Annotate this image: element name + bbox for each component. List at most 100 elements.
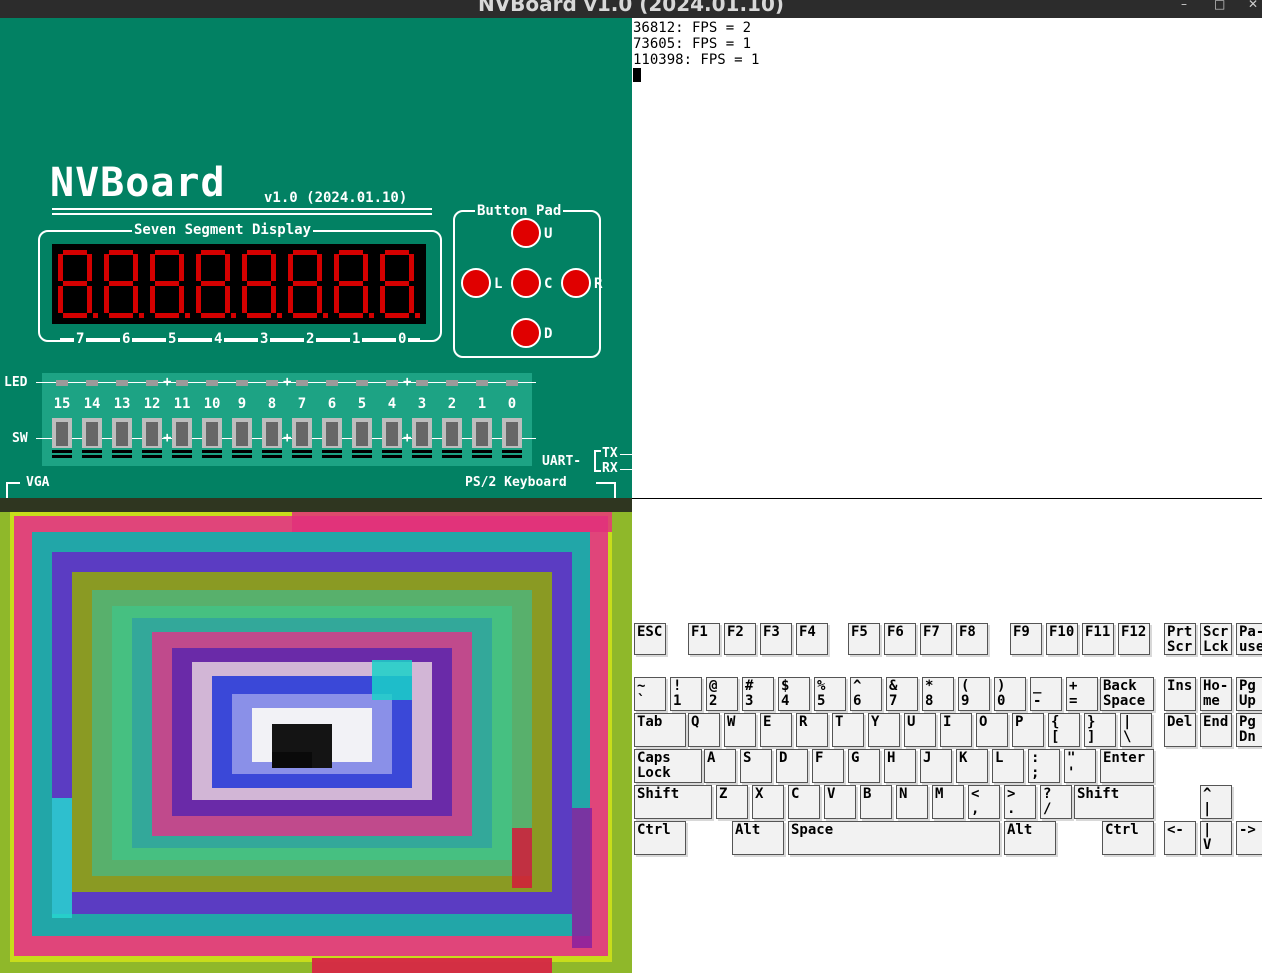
key-function-row-12[interactable]: F12 (1118, 623, 1150, 655)
key-home-row-3[interactable]: D (776, 749, 808, 783)
switch-3[interactable] (412, 418, 432, 458)
key-bottom-row-1[interactable]: Alt (732, 821, 784, 855)
key-qwerty-row-10[interactable]: P (1012, 713, 1044, 747)
button-left[interactable] (461, 268, 491, 298)
key-function-row-0[interactable]: ESC (634, 623, 666, 655)
switch-1[interactable] (472, 418, 492, 458)
key-qwerty-row-15[interactable]: End (1200, 713, 1232, 747)
switch-2[interactable] (442, 418, 462, 458)
key-qwerty-row-6[interactable]: Y (868, 713, 900, 747)
key-home-row-2[interactable]: S (740, 749, 772, 783)
key-shift-row-8[interactable]: < , (968, 785, 1000, 819)
key-home-row-4[interactable]: F (812, 749, 844, 783)
key-number-row-3[interactable]: # 3 (742, 677, 774, 711)
button-center[interactable] (511, 268, 541, 298)
key-bottom-row-3[interactable]: Alt (1004, 821, 1056, 855)
key-function-row-6[interactable]: F6 (884, 623, 916, 655)
key-function-row-2[interactable]: F2 (724, 623, 756, 655)
key-shift-row-10[interactable]: ? / (1040, 785, 1072, 819)
key-qwerty-row-13[interactable]: | \ (1120, 713, 1152, 747)
key-shift-row-1[interactable]: Z (716, 785, 748, 819)
key-bottom-row-6[interactable]: | V (1200, 821, 1232, 855)
key-bottom-row-4[interactable]: Ctrl (1102, 821, 1154, 855)
switch-13[interactable] (112, 418, 132, 458)
key-qwerty-row-0[interactable]: Tab (634, 713, 686, 747)
key-shift-row-2[interactable]: X (752, 785, 784, 819)
key-function-row-11[interactable]: F11 (1082, 623, 1114, 655)
key-number-row-2[interactable]: @ 2 (706, 677, 738, 711)
key-shift-row-5[interactable]: B (860, 785, 892, 819)
key-qwerty-row-8[interactable]: I (940, 713, 972, 747)
key-function-row-3[interactable]: F3 (760, 623, 792, 655)
terminal-output[interactable]: 36812: FPS = 2 73605: FPS = 1 110398: FP… (632, 18, 1262, 498)
key-bottom-row-5[interactable]: <- (1164, 821, 1196, 855)
switch-14[interactable] (82, 418, 102, 458)
key-qwerty-row-11[interactable]: { [ (1048, 713, 1080, 747)
key-number-row-0[interactable]: ~ ` (634, 677, 666, 711)
key-shift-row-9[interactable]: > . (1004, 785, 1036, 819)
switch-9[interactable] (232, 418, 252, 458)
key-number-row-14[interactable]: Ins (1164, 677, 1196, 711)
switch-0[interactable] (502, 418, 522, 458)
key-qwerty-row-5[interactable]: T (832, 713, 864, 747)
key-home-row-10[interactable]: : ; (1028, 749, 1060, 783)
button-down[interactable] (511, 318, 541, 348)
close-icon[interactable]: ✕ (1248, 0, 1258, 11)
key-shift-row-3[interactable]: C (788, 785, 820, 819)
key-shift-row-0[interactable]: Shift (634, 785, 712, 819)
key-home-row-12[interactable]: Enter (1100, 749, 1154, 783)
switch-4[interactable] (382, 418, 402, 458)
key-number-row-4[interactable]: $ 4 (778, 677, 810, 711)
key-qwerty-row-7[interactable]: U (904, 713, 936, 747)
switch-5[interactable] (352, 418, 372, 458)
key-qwerty-row-9[interactable]: O (976, 713, 1008, 747)
key-function-row-9[interactable]: F9 (1010, 623, 1042, 655)
minimize-icon[interactable]: – (1181, 0, 1187, 11)
key-function-row-8[interactable]: F8 (956, 623, 988, 655)
key-function-row-15[interactable]: Pa- use (1236, 623, 1262, 655)
key-function-row-7[interactable]: F7 (920, 623, 952, 655)
key-qwerty-row-12[interactable]: } ] (1084, 713, 1116, 747)
key-number-row-15[interactable]: Ho- me (1200, 677, 1232, 711)
key-qwerty-row-2[interactable]: W (724, 713, 756, 747)
key-home-row-6[interactable]: H (884, 749, 916, 783)
key-number-row-12[interactable]: + = (1066, 677, 1098, 711)
key-qwerty-row-3[interactable]: E (760, 713, 792, 747)
key-home-row-5[interactable]: G (848, 749, 880, 783)
key-bottom-row-2[interactable]: Space (788, 821, 1000, 855)
key-home-row-8[interactable]: K (956, 749, 988, 783)
switch-12[interactable] (142, 418, 162, 458)
key-function-row-4[interactable]: F4 (796, 623, 828, 655)
key-shift-row-6[interactable]: N (896, 785, 928, 819)
switch-15[interactable] (52, 418, 72, 458)
key-function-row-1[interactable]: F1 (688, 623, 720, 655)
key-function-row-10[interactable]: F10 (1046, 623, 1078, 655)
key-number-row-5[interactable]: % 5 (814, 677, 846, 711)
key-number-row-16[interactable]: Pg Up (1236, 677, 1262, 711)
button-up[interactable] (511, 218, 541, 248)
key-home-row-11[interactable]: " ' (1064, 749, 1096, 783)
key-shift-row-11[interactable]: Shift (1074, 785, 1154, 819)
key-number-row-13[interactable]: Back Space (1100, 677, 1154, 711)
key-number-row-1[interactable]: ! 1 (670, 677, 702, 711)
key-home-row-0[interactable]: Caps Lock (634, 749, 702, 783)
key-home-row-9[interactable]: L (992, 749, 1024, 783)
maximize-icon[interactable]: □ (1214, 0, 1225, 11)
key-home-row-7[interactable]: J (920, 749, 952, 783)
key-number-row-11[interactable]: _ - (1030, 677, 1062, 711)
switch-6[interactable] (322, 418, 342, 458)
key-bottom-row-7[interactable]: -> (1236, 821, 1262, 855)
key-home-row-1[interactable]: A (704, 749, 736, 783)
key-shift-row-4[interactable]: V (824, 785, 856, 819)
key-function-row-14[interactable]: Scr Lck (1200, 623, 1232, 655)
key-number-row-7[interactable]: & 7 (886, 677, 918, 711)
key-qwerty-row-14[interactable]: Del (1164, 713, 1196, 747)
key-qwerty-row-16[interactable]: Pg Dn (1236, 713, 1262, 747)
key-shift-row-7[interactable]: M (932, 785, 964, 819)
key-number-row-9[interactable]: ( 9 (958, 677, 990, 711)
key-number-row-6[interactable]: ^ 6 (850, 677, 882, 711)
switch-7[interactable] (292, 418, 312, 458)
key-number-row-10[interactable]: ) 0 (994, 677, 1026, 711)
key-shift-row-12[interactable]: ^ | (1200, 785, 1232, 819)
button-right[interactable] (561, 268, 591, 298)
